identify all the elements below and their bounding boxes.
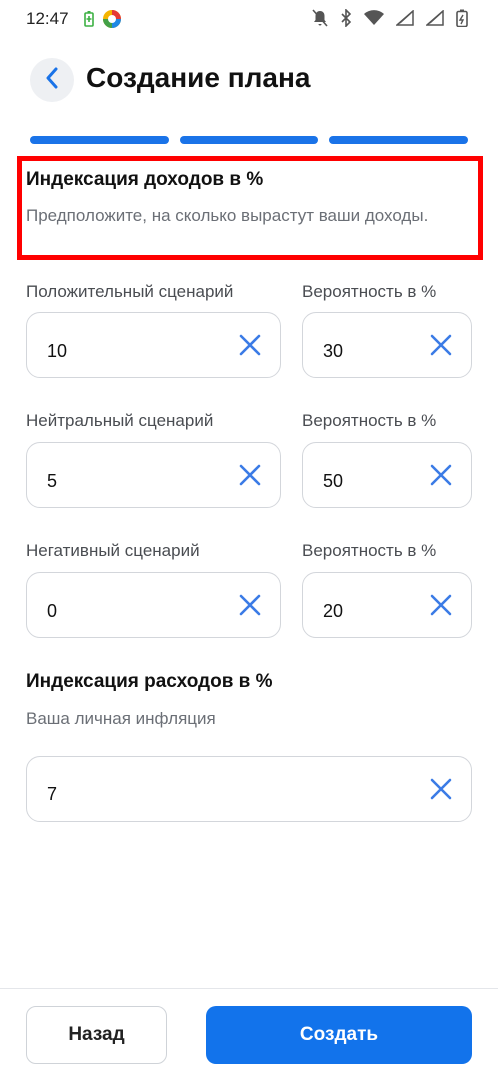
progress-step-3	[329, 136, 469, 144]
neutral-scenario-input[interactable]: 5	[26, 442, 281, 508]
expense-section-title: Индексация расходов в %	[26, 671, 273, 692]
clear-icon[interactable]	[237, 462, 263, 488]
income-section-title: Индексация доходов в %	[26, 169, 264, 190]
clear-icon[interactable]	[428, 332, 454, 358]
clear-icon[interactable]	[237, 592, 263, 618]
neutral-probability-label: Вероятность в %	[302, 411, 437, 430]
battery-saver-icon	[84, 11, 94, 27]
personal-inflation-value: 7	[47, 784, 58, 804]
clear-icon[interactable]	[428, 592, 454, 618]
negative-probability-input[interactable]: 20	[302, 572, 472, 638]
neutral-scenario-label: Нейтральный сценарий	[26, 411, 214, 430]
status-bar: 12:47	[0, 0, 498, 38]
negative-probability-value: 20	[323, 601, 344, 621]
signal-icon	[396, 10, 414, 26]
positive-probability-value: 30	[323, 341, 344, 361]
clear-icon[interactable]	[237, 332, 263, 358]
wifi-icon	[364, 10, 384, 26]
status-time: 12:47	[26, 9, 69, 28]
negative-scenario-input[interactable]: 0	[26, 572, 281, 638]
bottom-action-bar: Назад Создать	[0, 988, 498, 1080]
positive-probability-label: Вероятность в %	[302, 282, 437, 301]
battery-icon	[456, 9, 468, 27]
mute-icon	[312, 9, 328, 27]
chevron-left-icon	[45, 67, 59, 94]
neutral-scenario-value: 5	[47, 471, 58, 491]
negative-scenario-label: Негативный сценарий	[26, 541, 200, 560]
negative-scenario-value: 0	[47, 601, 58, 621]
expense-section-subtitle: Ваша личная инфляция	[26, 709, 216, 728]
bluetooth-icon	[340, 9, 352, 27]
negative-probability-label: Вероятность в %	[302, 541, 437, 560]
positive-scenario-input[interactable]: 10	[26, 312, 281, 378]
neutral-probability-input[interactable]: 50	[302, 442, 472, 508]
positive-probability-input[interactable]: 30	[302, 312, 472, 378]
signal-2-icon	[426, 10, 444, 26]
clear-icon[interactable]	[428, 462, 454, 488]
personal-inflation-input[interactable]: 7	[26, 756, 472, 822]
app-header: Создание плана	[0, 56, 498, 106]
app-logo-icon	[102, 9, 122, 29]
positive-scenario-value: 10	[47, 341, 68, 361]
back-arrow-button[interactable]	[30, 58, 74, 102]
income-section-subtitle: Предположите, на сколько вырастут ваши д…	[26, 206, 429, 225]
create-button[interactable]: Создать	[206, 1006, 472, 1064]
clear-icon[interactable]	[428, 776, 454, 802]
back-button[interactable]: Назад	[26, 1006, 167, 1064]
progress-step-1	[30, 136, 169, 144]
page-title: Создание плана	[86, 62, 311, 93]
positive-scenario-label: Положительный сценарий	[26, 282, 234, 301]
neutral-probability-value: 50	[323, 471, 344, 491]
step-progress	[30, 136, 469, 144]
progress-step-2	[179, 136, 319, 144]
